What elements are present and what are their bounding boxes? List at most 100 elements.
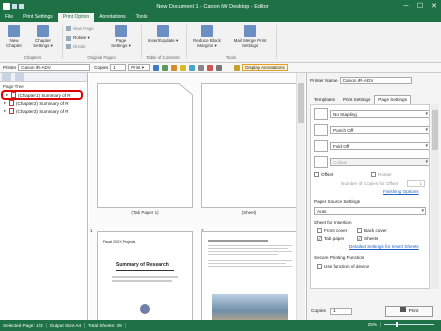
tab-paper-page[interactable]	[97, 83, 193, 208]
text-line	[208, 254, 278, 255]
display-annotations-button[interactable]: Display Annotations	[242, 64, 288, 71]
search-tab-icon[interactable]	[15, 73, 24, 81]
original-pages-group-label: Original Pages	[87, 55, 116, 60]
delete-icon[interactable]	[207, 64, 214, 71]
stamp-icon[interactable]	[189, 64, 196, 71]
punch-row: Punch Off	[314, 124, 429, 136]
copies-input[interactable]: 1	[329, 308, 352, 315]
collate-select[interactable]: Collate	[330, 158, 429, 166]
stapling-select[interactable]: No Stapling	[330, 110, 429, 118]
reduce-margins-button[interactable]: Reduce Block Margins ▾	[190, 25, 224, 49]
insert-update-label: Insert/Update ▾	[147, 38, 179, 43]
document-page-2[interactable]	[201, 231, 297, 323]
tab-print-settings[interactable]: Print Settings	[18, 13, 58, 22]
tab-print-settings[interactable]: Print Settings	[339, 95, 374, 104]
checkbox-box[interactable]	[371, 172, 376, 177]
page-header-text: Fiscal 20XX Projects	[103, 240, 136, 244]
sheets-checkbox[interactable]: ✓ Sheets	[357, 236, 378, 241]
checkbox-checked[interactable]: ✓	[317, 236, 322, 241]
collate-icon	[314, 156, 328, 168]
tool-icon[interactable]	[198, 64, 205, 71]
copies-input[interactable]: 1	[110, 64, 127, 71]
minimize-button[interactable]: ─	[399, 0, 413, 13]
detailed-insert-sheets-link[interactable]: Detailed Settings for Insert Sheets	[349, 244, 419, 249]
copies-label: Copies	[94, 65, 109, 70]
tab-tools[interactable]: Tools	[131, 13, 153, 22]
undo-icon[interactable]	[19, 4, 24, 9]
new-chapter-button[interactable]: New Chapter	[3, 25, 25, 48]
rotate-button[interactable]: Rotate ▾	[66, 35, 90, 41]
mail-merge-button[interactable]: Mail Merge Print Settings	[228, 25, 272, 48]
page-tree-title: Page Tree	[3, 84, 24, 89]
checkbox-box[interactable]	[314, 172, 319, 177]
tree-item[interactable]: ▸ (Chapter3) Summary of R	[0, 107, 87, 115]
tab-paper-checkbox[interactable]: ✓ Tab paper	[317, 236, 344, 241]
divide-icon	[66, 44, 71, 49]
printer-icon	[399, 307, 406, 312]
rotate-checkbox[interactable]: Rotate	[371, 172, 392, 177]
fold-select[interactable]: Fold Off	[330, 142, 429, 150]
paper-source-select[interactable]: Auto	[314, 207, 426, 215]
window-title: New Document 1 - Canon iW Desktop - Edit…	[156, 3, 269, 10]
offset-checkbox[interactable]: Offset	[314, 172, 333, 177]
save-icon[interactable]	[12, 4, 17, 9]
use-device-checkbox[interactable]: Use function of device	[317, 264, 369, 269]
stapling-row: No Stapling	[314, 108, 429, 120]
tab-annotations[interactable]: Annotations	[94, 13, 130, 22]
divide-button[interactable]: Divide	[66, 44, 86, 49]
text-line	[112, 280, 172, 282]
page-icon[interactable]	[153, 64, 160, 71]
print-button[interactable]: Print	[385, 306, 433, 317]
finishing-options-link[interactable]: Finishing Options	[383, 189, 419, 194]
scrollbar-thumb[interactable]	[432, 110, 438, 150]
page-settings-button[interactable]: Page Settings ▾	[108, 25, 134, 49]
highlight-icon[interactable]	[180, 64, 187, 71]
scrollbar-thumb[interactable]	[298, 83, 304, 123]
canvas-scrollbar[interactable]	[296, 73, 305, 320]
offset-copies-input[interactable]: 1	[407, 180, 425, 187]
checkbox-box[interactable]	[357, 228, 362, 233]
back-cover-checkbox[interactable]: Back cover	[357, 228, 387, 233]
document-page-1[interactable]: Fiscal 20XX Projects Summary of Research	[97, 231, 193, 323]
page-canvas[interactable]: (Tab Paper 1) (Sheet) 1 Fiscal 20XX Proj…	[89, 73, 305, 323]
checkbox-checked[interactable]: ✓	[357, 236, 362, 241]
punch-icon	[314, 124, 328, 136]
zoom-slider-knob[interactable]	[396, 322, 398, 327]
printer-select[interactable]: Canon iR-ADV	[18, 64, 91, 71]
maximize-button[interactable]: ☐	[413, 0, 427, 13]
new-page-button[interactable]: New Page	[66, 26, 94, 31]
sheet-page[interactable]	[201, 83, 297, 208]
printer-label: Printer	[3, 65, 17, 70]
new-page-label: New Page	[73, 26, 94, 31]
settings-pane: Printer Name Canon iR-ADV Templates Prin…	[306, 73, 441, 320]
front-cover-checkbox[interactable]: Front cover	[317, 228, 347, 233]
zoom-slider[interactable]	[384, 322, 434, 327]
checkbox-box[interactable]	[317, 228, 322, 233]
copy-icon[interactable]	[162, 64, 169, 71]
grid-icon[interactable]	[216, 64, 223, 71]
settings-body: No Stapling Punch Off Fold Off Collate O…	[310, 104, 430, 289]
chapter-settings-button[interactable]: Chapter Settings ▾	[28, 25, 58, 49]
checkbox-box[interactable]	[317, 264, 322, 269]
edit-icon[interactable]	[171, 64, 178, 71]
punch-select[interactable]: Punch Off	[330, 126, 429, 134]
annotation-icon	[234, 64, 241, 71]
settings-tabs: Templates Print Settings Page Settings	[310, 95, 411, 104]
document-icon	[9, 100, 14, 106]
print-button[interactable]: Print ▾	[128, 64, 151, 71]
tab-page-settings[interactable]: Page Settings	[374, 95, 411, 104]
close-button[interactable]: ✕	[427, 0, 441, 13]
settings-scrollbar[interactable]	[431, 104, 439, 289]
tree-item[interactable]: ▸ (Chapter2) Summary of R	[0, 99, 87, 107]
tab-print-option[interactable]: Print Option	[57, 13, 95, 22]
tab-file[interactable]: File	[0, 13, 18, 22]
printer-name-select[interactable]: Canon iR-ADV	[339, 76, 412, 84]
divider	[141, 25, 142, 59]
zoom-control: 25%	[365, 322, 437, 327]
print-footer: Copies 1 Print	[307, 303, 441, 320]
tab-templates[interactable]: Templates	[310, 95, 339, 104]
divider	[62, 25, 63, 59]
page-tree-tab-icon[interactable]	[2, 73, 11, 81]
tree-item[interactable]: ▸ (Chapter1) Summary of R	[1, 90, 83, 100]
insert-update-button[interactable]: Insert/Update ▾	[144, 25, 182, 44]
